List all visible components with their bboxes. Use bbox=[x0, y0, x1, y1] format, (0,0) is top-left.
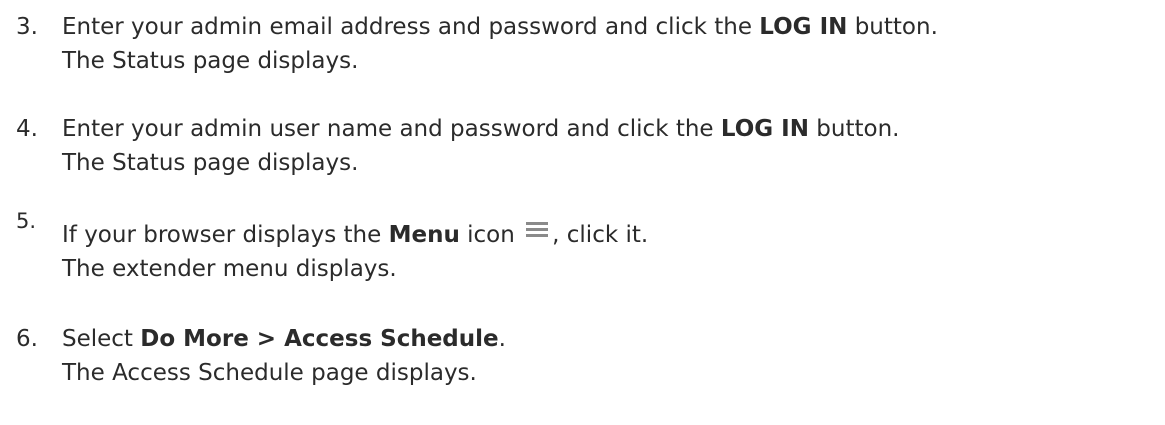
step-instruction: Select Do More > Access Schedule. bbox=[62, 322, 506, 356]
instruction-text: Select bbox=[62, 326, 141, 352]
instruction-text: Enter your admin user name and password … bbox=[62, 116, 721, 142]
step-result: The Status page displays. bbox=[62, 48, 359, 74]
step-instruction: Enter your admin user name and password … bbox=[62, 112, 899, 146]
instruction-text-mid: icon bbox=[459, 222, 523, 248]
step-3: 3. Enter your admin email address and pa… bbox=[16, 10, 938, 78]
step-number: 6. bbox=[16, 326, 38, 352]
ui-term-log-in: LOG IN bbox=[759, 14, 848, 40]
instruction-text: If your browser displays the bbox=[62, 222, 389, 248]
step-instruction: If your browser displays the Menu icon ,… bbox=[62, 218, 648, 252]
step-result: The Access Schedule page displays. bbox=[62, 360, 477, 386]
step-body: Enter your admin user name and password … bbox=[62, 112, 899, 180]
step-body: If your browser displays the Menu icon ,… bbox=[62, 204, 648, 286]
step-body: Enter your admin email address and passw… bbox=[62, 10, 938, 78]
step-number: 5. bbox=[16, 209, 37, 233]
ui-term-menu: Menu bbox=[388, 222, 460, 248]
step-number: 4. bbox=[16, 116, 38, 142]
step-4: 4. Enter your admin user name and passwo… bbox=[16, 112, 899, 180]
step-5: 5. If your browser displays the Menu ico… bbox=[16, 204, 648, 286]
step-result: The Status page displays. bbox=[62, 150, 359, 176]
instruction-text: Enter your admin email address and passw… bbox=[62, 14, 760, 40]
instruction-text-end: button. bbox=[847, 14, 938, 40]
instruction-text-end: . bbox=[498, 326, 506, 352]
ui-term-log-in: LOG IN bbox=[720, 116, 809, 142]
step-number: 3. bbox=[16, 14, 38, 40]
instruction-text-end: , click it. bbox=[552, 222, 649, 248]
step-result: The extender menu displays. bbox=[62, 256, 397, 282]
step-6: 6. Select Do More > Access Schedule. The… bbox=[16, 322, 506, 390]
menu-icon bbox=[526, 222, 549, 238]
instruction-text-end: button. bbox=[809, 116, 900, 142]
step-instruction: Enter your admin email address and passw… bbox=[62, 10, 938, 44]
step-body: Select Do More > Access Schedule. The Ac… bbox=[62, 322, 506, 390]
ui-term-menu-path: Do More > Access Schedule bbox=[140, 326, 499, 352]
